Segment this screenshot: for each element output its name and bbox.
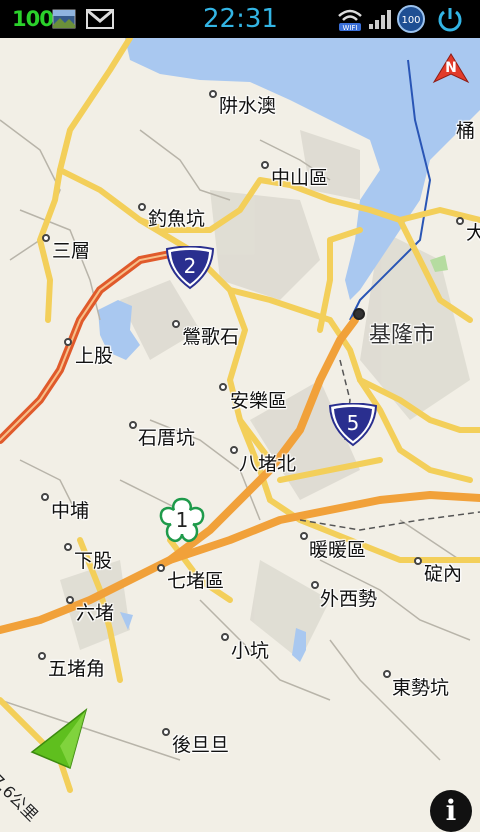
gmail-icon: [86, 0, 114, 38]
route-shield-label: 5: [346, 411, 360, 435]
image-icon: [52, 0, 76, 38]
place-dot: [66, 596, 74, 604]
place-dot: [221, 633, 229, 641]
place-label: 大: [466, 222, 480, 244]
city-marker: [353, 308, 365, 320]
place-label: 碇內: [424, 563, 463, 585]
place-dot: [219, 383, 227, 391]
place-label: 下股: [74, 550, 113, 572]
place-dot: [157, 564, 165, 572]
map-view[interactable]: N 阱水澳 桶 中山區 釣魚坑 大 三層 鶯歌石 上股 基隆市 安樂區 石厝坑 …: [0, 38, 480, 832]
city-label: 基隆市: [369, 323, 436, 348]
place-dot: [172, 320, 180, 328]
place-dot: [38, 652, 46, 660]
place-label: 八堵北: [239, 453, 297, 475]
place-dot: [230, 446, 238, 454]
place-dot: [138, 203, 146, 211]
data-badge-text: 100: [401, 15, 420, 26]
route-shield-1[interactable]: 1: [157, 496, 207, 546]
wifi-label: WIFI: [342, 24, 357, 32]
battery-level-text: 100: [12, 7, 54, 31]
place-label: 七堵區: [167, 570, 225, 592]
clock: 22:31: [203, 4, 278, 34]
place-label: 中山區: [271, 167, 329, 189]
data-badge-icon: 100: [396, 0, 426, 38]
place-label: 鶯歌石: [182, 326, 240, 348]
place-label: 後旦旦: [172, 734, 230, 756]
place-label: 上股: [75, 345, 114, 367]
place-label: 外西勢: [320, 588, 378, 610]
place-label: 安樂區: [230, 390, 288, 412]
place-dot: [261, 161, 269, 169]
route-shield-label: 2: [183, 254, 197, 278]
wifi-icon: WIFI: [336, 0, 364, 38]
compass-icon[interactable]: N: [432, 52, 470, 84]
location-arrow-icon: [30, 708, 90, 770]
place-dot: [300, 532, 308, 540]
place-dot: [64, 543, 72, 551]
place-label: 三層: [52, 240, 91, 262]
place-dot: [414, 557, 422, 565]
signal-icon: [368, 0, 394, 38]
place-label: 五堵角: [48, 658, 106, 680]
info-button[interactable]: i: [430, 790, 472, 832]
power-icon[interactable]: [436, 0, 464, 38]
place-dot: [383, 670, 391, 678]
place-dot: [162, 728, 170, 736]
status-bar: 100 22:31 WIFI 100: [0, 0, 480, 38]
place-dot: [311, 581, 319, 589]
place-label: 石厝坑: [138, 427, 196, 449]
battery-indicator: 100: [12, 0, 54, 38]
route-shield-label: 1: [175, 508, 189, 532]
place-dot: [129, 421, 137, 429]
place-dot: [209, 90, 217, 98]
route-shield-5[interactable]: 5: [328, 402, 378, 447]
place-label: 釣魚坑: [148, 208, 206, 230]
place-label: 暖暖區: [309, 539, 367, 561]
place-label: 桶: [456, 120, 476, 142]
place-label: 阱水澳: [219, 95, 277, 117]
place-label: 中埔: [51, 500, 90, 522]
place-dot: [42, 234, 50, 242]
place-dot: [64, 338, 72, 346]
place-dot: [456, 217, 464, 225]
place-label: 六堵: [76, 602, 115, 624]
route-shield-2[interactable]: 2: [165, 245, 215, 290]
place-label: 小坑: [231, 640, 270, 662]
place-dot: [41, 493, 49, 501]
compass-label: N: [445, 60, 457, 76]
place-label: 東勢坑: [392, 677, 450, 699]
